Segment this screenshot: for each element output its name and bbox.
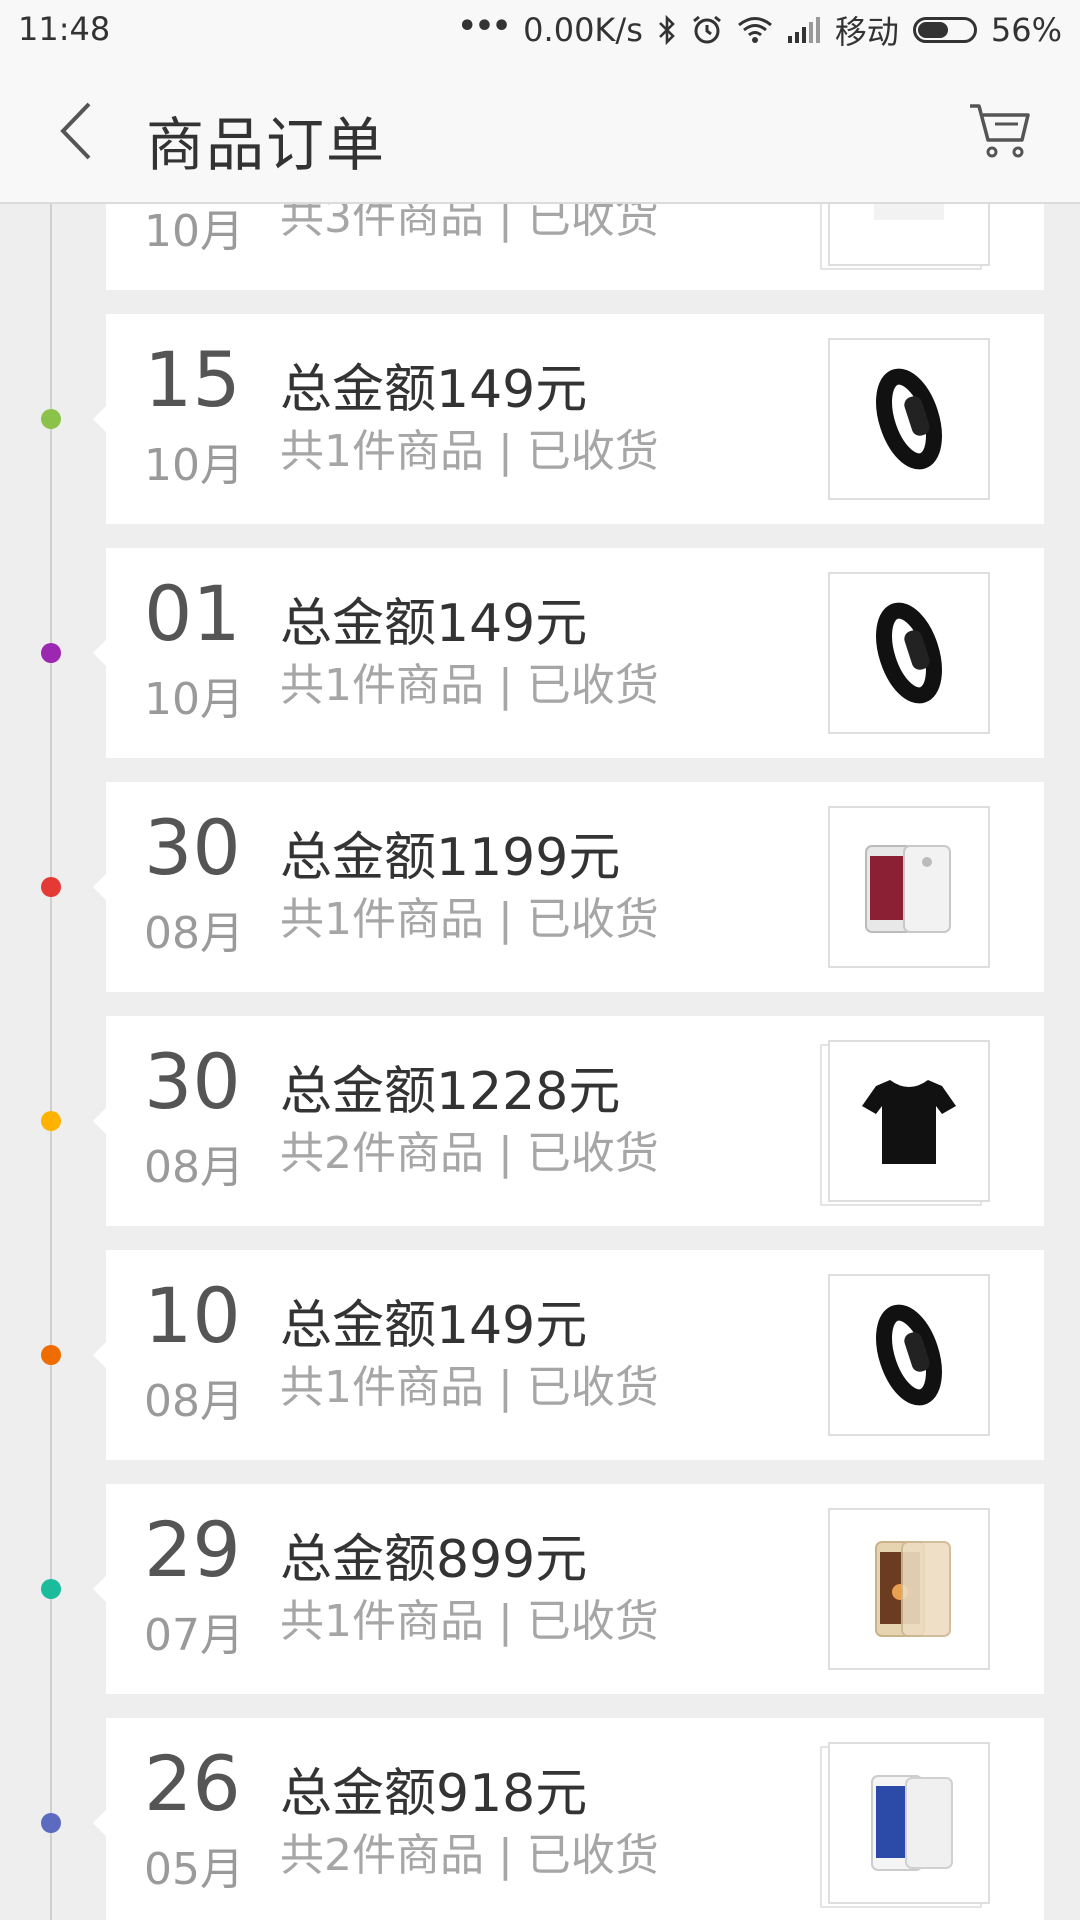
product-thumbnail-group <box>828 1274 990 1436</box>
product-thumbnail-group <box>828 572 990 734</box>
product-thumbnail-group <box>820 1742 990 1908</box>
order-list: 10月 共3件商品 | 已收货 15 10月 总金额149元 共1件商品 | 已收货 01 1… <box>0 0 1080 1920</box>
product-thumbnail <box>828 572 990 734</box>
order-card[interactable]: 30 08月 总金额1228元共2件商品 | 已收货 <box>93 1016 1044 1226</box>
order-month: 10月 <box>144 674 244 725</box>
product-thumbnail <box>828 1742 990 1904</box>
timeline-dot <box>41 877 61 897</box>
product-thumbnail-group <box>820 1040 990 1206</box>
network-speed: 0.00K/s <box>523 11 643 49</box>
order-card[interactable]: 26 05月 总金额918元共2件商品 | 已收货 <box>93 1718 1044 1920</box>
order-month: 08月 <box>144 1376 244 1427</box>
order-summary: 共2件商品 | 已收货 <box>280 1830 659 1881</box>
status-icons: ••• 0.00K/s 移动 56% <box>458 8 1062 52</box>
chevron-left-icon <box>60 102 91 160</box>
order-day: 01 <box>144 569 241 658</box>
battery-fill <box>917 22 949 38</box>
status-time: 11:48 <box>18 10 111 48</box>
product-thumbnail-group <box>828 338 990 500</box>
order-month: 07月 <box>144 1610 244 1661</box>
order-day: 15 <box>144 335 241 424</box>
order-month: 10月 <box>144 440 244 491</box>
alarm-icon <box>691 14 723 46</box>
order-day: 26 <box>144 1739 241 1828</box>
timeline-dot <box>41 1813 61 1833</box>
order-month: 10月 <box>144 206 244 257</box>
order-summary: 共1件商品 | 已收货 <box>280 894 659 945</box>
signal-icon <box>787 16 821 44</box>
order-total: 总金额899元 <box>280 1530 588 1590</box>
fitness-band-image <box>876 1304 942 1406</box>
order-card[interactable]: 01 10月 总金额149元共1件商品 | 已收货 <box>93 548 1044 758</box>
status-bar: 11:48 ••• 0.00K/s 移动 56% <box>0 0 1080 60</box>
product-thumbnail-group <box>828 806 990 968</box>
order-history-screen: 11:48 ••• 0.00K/s 移动 56% 商品订单 10月 共3件商品 … <box>0 0 1080 1920</box>
order-month: 08月 <box>144 908 244 959</box>
timeline-dot <box>41 643 61 663</box>
cart-button[interactable] <box>960 96 1040 166</box>
order-summary: 共2件商品 | 已收货 <box>280 1128 659 1179</box>
app-header: 商品订单 <box>0 60 1080 204</box>
fitness-band-image <box>876 602 942 704</box>
timeline-dot <box>41 1111 61 1131</box>
product-thumbnail <box>828 338 990 500</box>
back-button[interactable] <box>40 96 110 166</box>
product-thumbnail-group <box>828 1508 990 1670</box>
order-total: 总金额149元 <box>280 360 588 420</box>
order-total: 总金额149元 <box>280 1296 588 1356</box>
order-card[interactable]: 15 10月 总金额149元共1件商品 | 已收货 <box>93 314 1044 524</box>
timeline-dot <box>41 409 61 429</box>
order-month: 05月 <box>144 1844 244 1895</box>
tshirt-image <box>862 1080 956 1164</box>
order-summary: 共1件商品 | 已收货 <box>280 426 659 477</box>
order-total: 总金额149元 <box>280 594 588 654</box>
fitness-band-image <box>876 368 942 470</box>
order-total: 总金额918元 <box>280 1764 588 1824</box>
phone-white-image <box>871 1775 953 1871</box>
phone-silver-image <box>865 845 951 933</box>
more-dots-icon: ••• <box>457 8 512 44</box>
bluetooth-icon <box>657 15 677 45</box>
order-summary: 共1件商品 | 已收货 <box>280 1596 659 1647</box>
order-summary: 共1件商品 | 已收货 <box>280 1362 659 1413</box>
page-title: 商品订单 <box>146 111 387 179</box>
timeline-line <box>50 202 52 1920</box>
wifi-icon <box>737 16 773 44</box>
order-summary: 共1件商品 | 已收货 <box>280 660 659 711</box>
product-thumbnail <box>828 1040 990 1202</box>
timeline-dot <box>41 1345 61 1365</box>
phone-gold-image <box>875 1541 951 1637</box>
battery-percent: 56% <box>990 11 1062 49</box>
order-card[interactable]: 10 08月 总金额149元共1件商品 | 已收货 <box>93 1250 1044 1460</box>
order-total: 总金额1199元 <box>280 828 621 888</box>
product-thumbnail <box>828 1274 990 1436</box>
order-day: 30 <box>144 803 241 892</box>
product-thumbnail <box>828 806 990 968</box>
product-thumbnail <box>828 1508 990 1670</box>
order-day: 29 <box>144 1505 241 1594</box>
cart-icon <box>970 104 1030 158</box>
order-card[interactable]: 29 07月 总金额899元共1件商品 | 已收货 <box>93 1484 1044 1694</box>
order-card[interactable]: 30 08月 总金额1199元共1件商品 | 已收货 <box>93 782 1044 992</box>
battery-icon <box>912 17 977 43</box>
carrier-name: 移动 <box>834 13 899 51</box>
order-month: 08月 <box>144 1142 244 1193</box>
order-day: 10 <box>144 1271 241 1360</box>
order-total: 总金额1228元 <box>280 1062 621 1122</box>
timeline-dot <box>41 1579 61 1599</box>
order-day: 30 <box>144 1037 241 1126</box>
